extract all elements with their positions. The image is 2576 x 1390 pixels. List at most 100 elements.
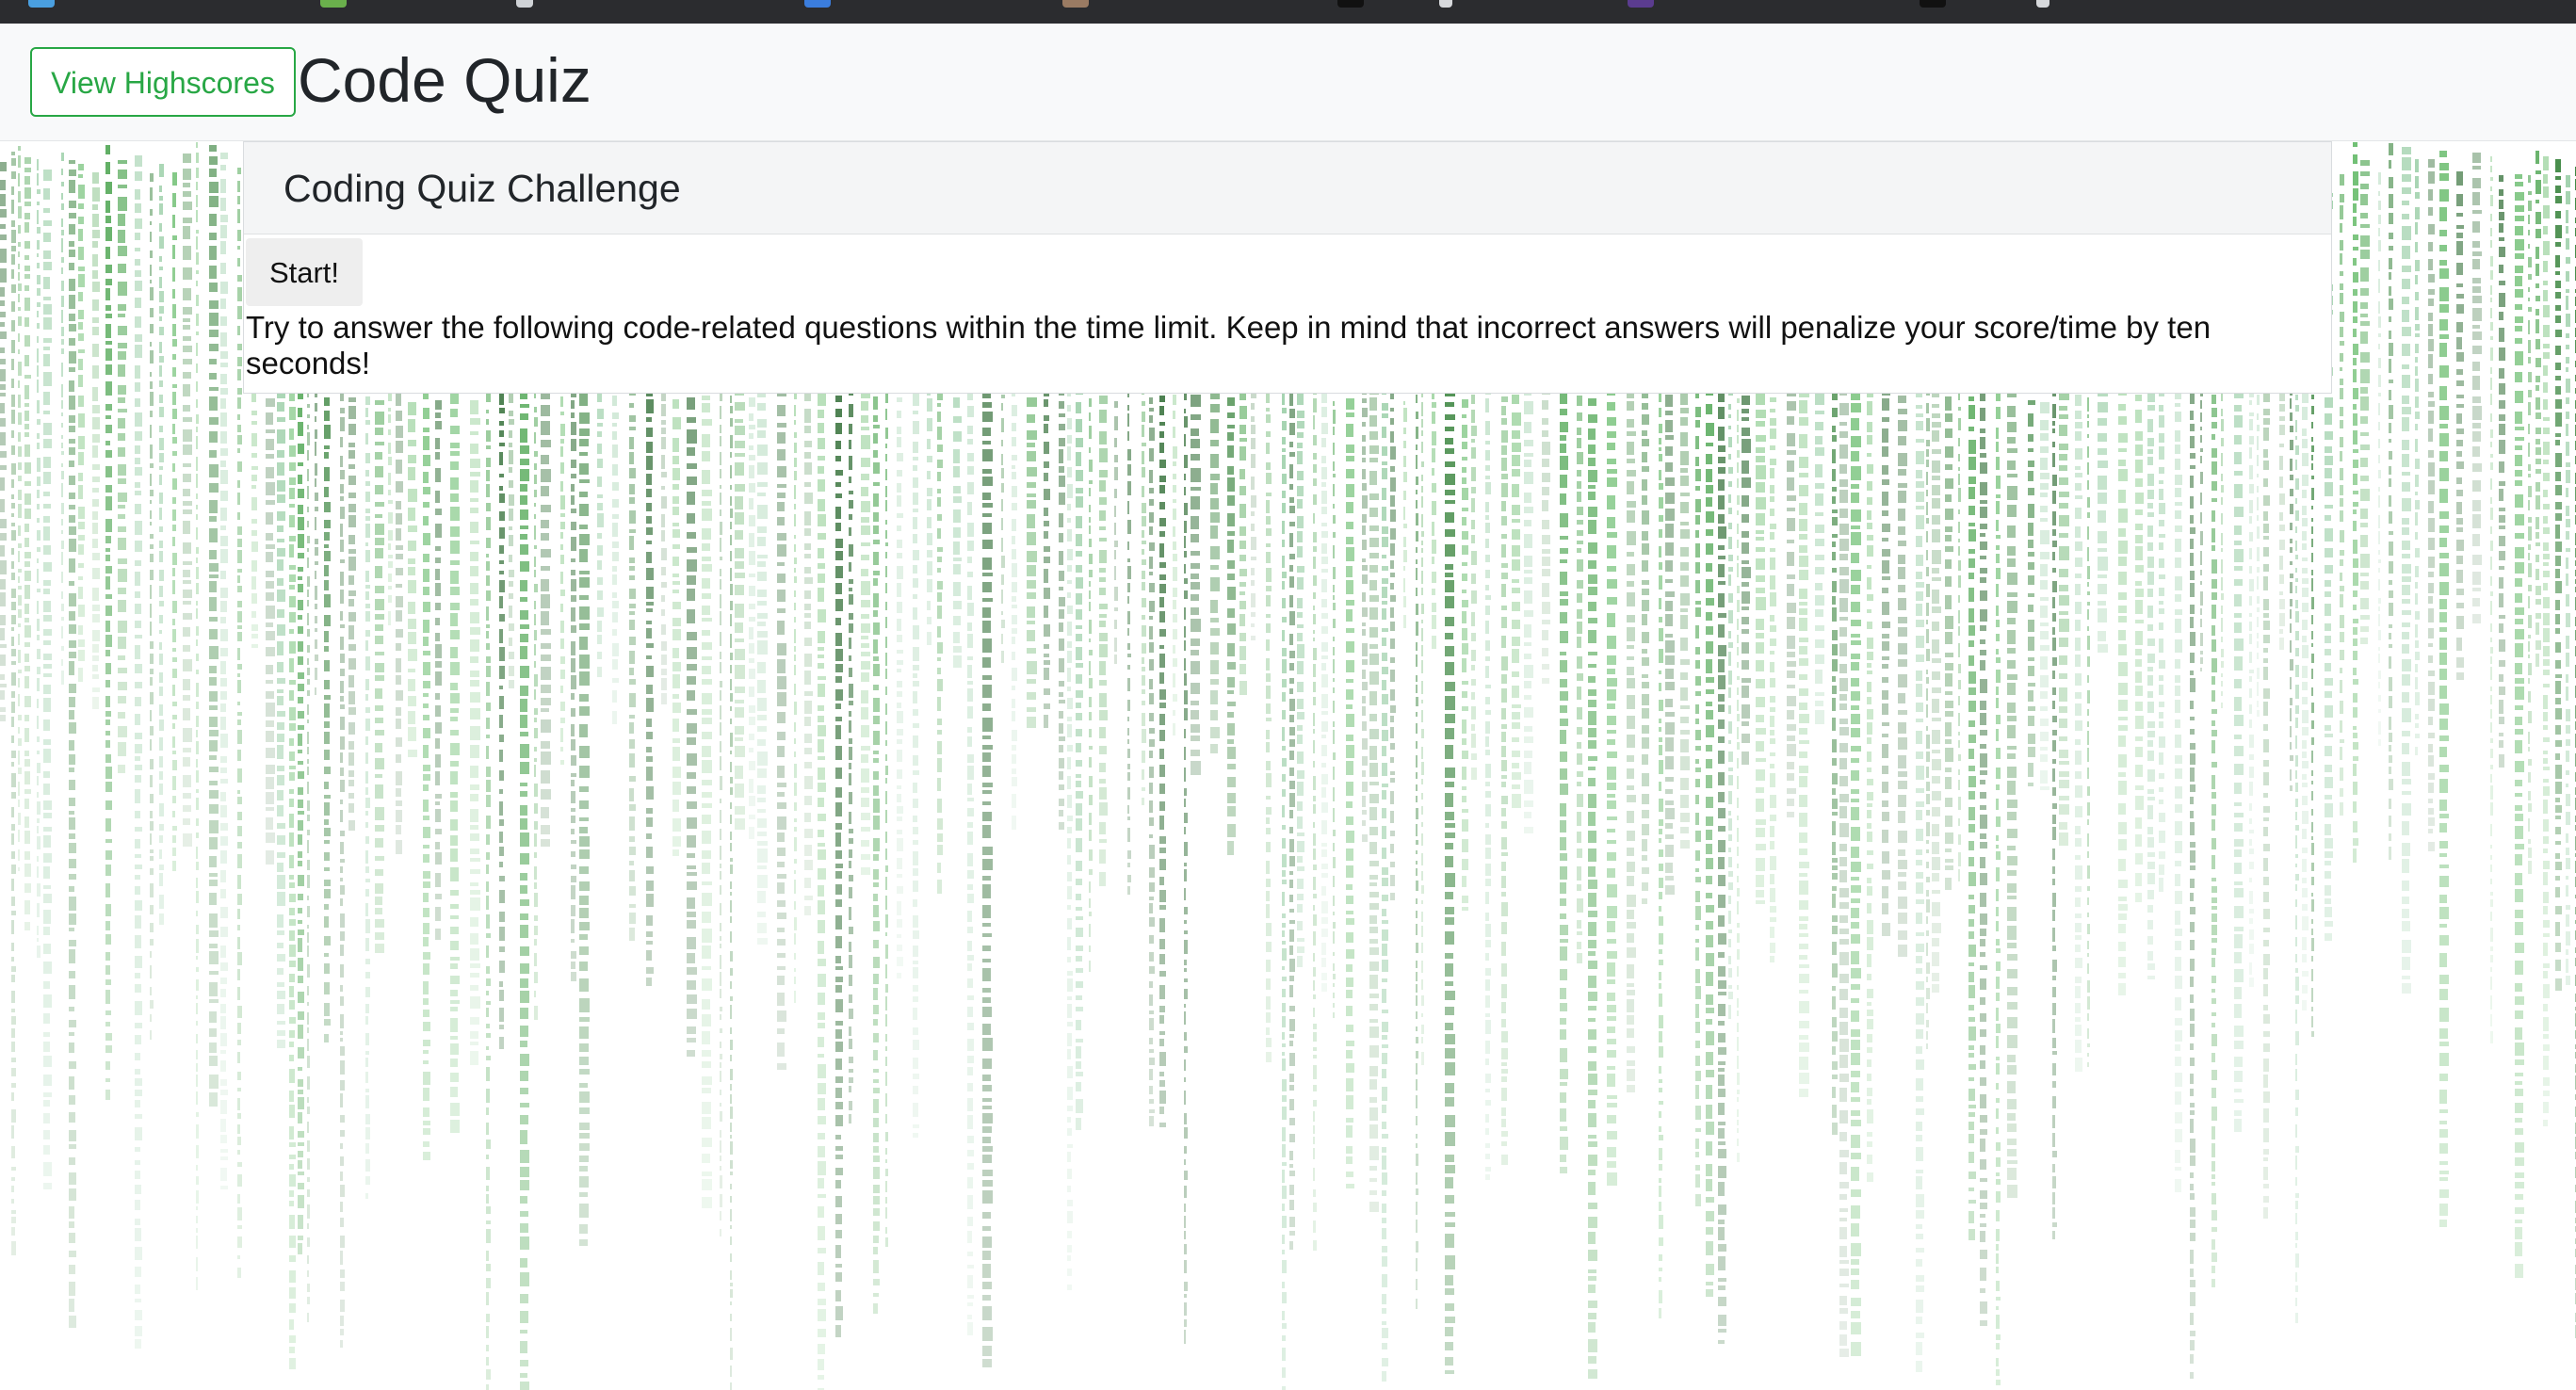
rain-glyph <box>159 365 162 377</box>
rain-glyph <box>913 735 918 748</box>
rain-glyph <box>720 903 721 915</box>
rain-glyph <box>307 425 309 429</box>
rain-glyph <box>1027 580 1036 589</box>
rain-glyph <box>0 519 7 528</box>
tab-favicon[interactable] <box>28 0 55 8</box>
rain-glyph <box>375 730 384 735</box>
tab-favicon[interactable] <box>516 0 533 8</box>
rain-glyph <box>730 1040 733 1050</box>
rain-glyph <box>579 1057 589 1065</box>
tab-favicon[interactable] <box>1439 0 1452 8</box>
rain-glyph <box>18 316 22 326</box>
rain-glyph <box>135 572 140 586</box>
rain-glyph <box>661 530 665 541</box>
rain-glyph <box>266 398 275 407</box>
rain-glyph <box>757 923 767 933</box>
rain-glyph <box>1076 760 1082 767</box>
rain-glyph <box>150 883 154 897</box>
rain-glyph <box>672 523 679 526</box>
rain-glyph <box>61 363 63 377</box>
rain-glyph <box>37 751 40 754</box>
rain-glyph <box>237 673 240 677</box>
rain-glyph <box>873 1303 878 1314</box>
rain-glyph <box>1076 1118 1081 1130</box>
rain-glyph <box>135 900 142 911</box>
rain-glyph <box>237 230 241 241</box>
rain-glyph <box>560 481 563 492</box>
rain-glyph <box>18 251 20 257</box>
rain-glyph <box>913 1027 918 1035</box>
tab-favicon[interactable] <box>1628 0 1654 8</box>
rain-glyph <box>579 439 589 446</box>
rain-glyph <box>43 910 51 924</box>
rain-glyph <box>43 1075 52 1086</box>
tab-favicon[interactable] <box>804 0 831 8</box>
rain-glyph <box>159 327 164 335</box>
rain-glyph <box>307 1284 310 1292</box>
rain-glyph <box>1059 736 1065 741</box>
rain-glyph <box>720 741 721 752</box>
rain-glyph <box>597 590 603 600</box>
tab-favicon[interactable] <box>1337 0 1364 8</box>
rain-glyph <box>861 458 870 467</box>
rain-glyph <box>237 326 240 335</box>
rain-glyph <box>499 876 505 881</box>
rain-glyph <box>835 1245 841 1258</box>
rain-glyph <box>105 782 112 792</box>
rain-glyph <box>885 865 888 872</box>
rain-glyph <box>885 1114 887 1123</box>
rain-glyph <box>735 426 745 435</box>
rain-glyph <box>18 155 21 168</box>
rain-glyph <box>509 606 512 618</box>
rain-glyph <box>365 798 370 808</box>
rain-glyph <box>541 405 550 416</box>
rain-glyph <box>118 343 127 348</box>
rain-glyph <box>24 883 31 893</box>
tab-favicon[interactable] <box>1920 0 1946 8</box>
rain-glyph <box>629 403 634 408</box>
rain-glyph <box>629 904 636 908</box>
rain-glyph <box>687 575 696 585</box>
rain-glyph <box>266 571 274 577</box>
rain-glyph <box>794 917 797 930</box>
rain-glyph <box>78 535 85 541</box>
rain-glyph <box>135 365 140 379</box>
rain-glyph <box>629 804 636 811</box>
tab-favicon[interactable] <box>1062 0 1089 8</box>
rain-glyph <box>105 850 112 860</box>
rain-glyph <box>450 800 458 812</box>
rain-glyph <box>982 477 993 486</box>
rain-glyph <box>818 974 826 987</box>
rain-glyph <box>818 1344 825 1354</box>
rain-glyph <box>873 716 880 724</box>
view-highscores-button[interactable]: View Highscores <box>30 47 296 117</box>
rain-glyph <box>375 932 384 940</box>
tab-favicon[interactable] <box>2036 0 2049 8</box>
rain-glyph <box>1001 440 1003 446</box>
rain-glyph <box>730 733 733 747</box>
rain-glyph <box>69 859 76 868</box>
rain-glyph <box>92 434 100 443</box>
rain-glyph <box>365 850 368 864</box>
rain-glyph <box>388 555 393 558</box>
rain-glyph <box>646 489 652 497</box>
rain-glyph <box>672 836 681 847</box>
rain-glyph <box>237 1207 242 1220</box>
rain-glyph <box>486 445 491 449</box>
rain-glyph <box>43 1032 50 1037</box>
rain-glyph <box>687 463 697 469</box>
rain-glyph <box>209 837 218 849</box>
rain-glyph <box>629 739 635 749</box>
rain-glyph <box>1027 430 1037 440</box>
rain-glyph <box>43 188 50 200</box>
rain-glyph <box>396 411 402 421</box>
rain-glyph <box>307 576 310 587</box>
tab-favicon[interactable] <box>320 0 347 8</box>
rain-glyph <box>534 765 536 777</box>
rain-glyph <box>340 1251 343 1265</box>
rain-glyph <box>1067 1144 1073 1148</box>
rain-glyph <box>486 1357 489 1366</box>
rain-glyph <box>43 827 52 832</box>
rain-glyph <box>597 545 603 556</box>
rain-glyph <box>885 1093 887 1107</box>
